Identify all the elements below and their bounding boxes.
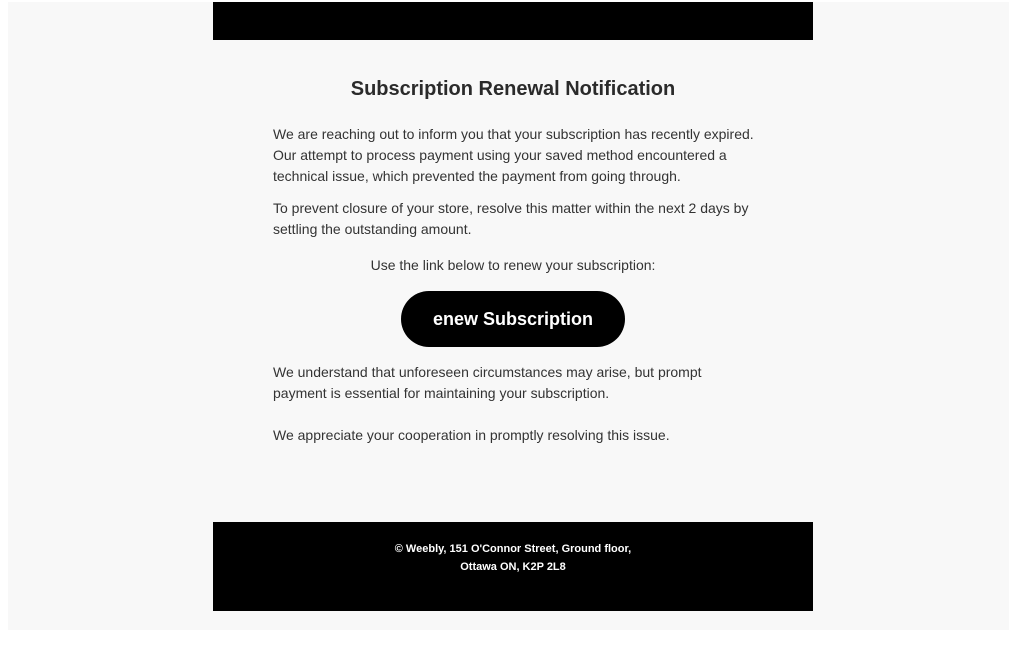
paragraph-understanding: We understand that unforeseen circumstan… xyxy=(273,364,702,401)
link-intro-text: Use the link below to renew your subscri… xyxy=(370,257,656,273)
paragraph-expired-notice: We are reaching out to inform you that y… xyxy=(273,126,754,184)
footer: © Weebly, 151 O'Connor Street, Ground fl… xyxy=(213,522,813,611)
email-title: Subscription Renewal Notification xyxy=(350,78,676,100)
header-bar xyxy=(213,2,813,40)
email-background: Subscription Renewal Notification We are… xyxy=(8,2,1009,630)
renew-subscription-button[interactable]: enew Subscription xyxy=(401,291,625,347)
footer-address-line-1: © Weebly, 151 O'Connor Street, Ground fl… xyxy=(394,543,632,555)
paragraph-closure-warning: To prevent closure of your store, resolv… xyxy=(273,200,749,237)
email-body: Subscription Renewal Notification We are… xyxy=(213,40,813,522)
email-container: Subscription Renewal Notification We are… xyxy=(213,2,813,611)
footer-address-line-2: Ottawa ON, K2P 2L8 xyxy=(460,561,566,573)
paragraph-appreciation: We appreciate your cooperation in prompt… xyxy=(273,427,670,443)
